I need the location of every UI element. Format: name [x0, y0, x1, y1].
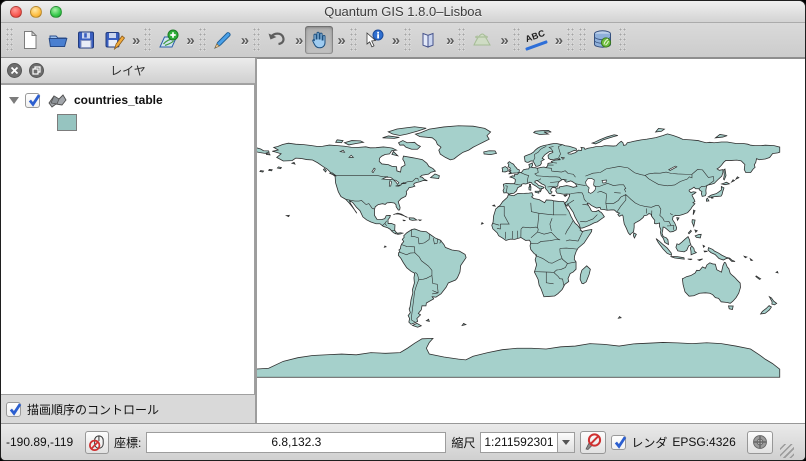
coordinate-input[interactable]: [146, 432, 446, 453]
bookmark-book-icon: [417, 29, 439, 51]
layer-name: countries_table: [74, 93, 163, 107]
polygon-layer-icon: [46, 92, 68, 108]
new-file-icon: [19, 29, 41, 51]
panel-close-button[interactable]: [7, 63, 22, 78]
toolbar-drag-handle[interactable]: [458, 28, 466, 52]
crs-status-button[interactable]: [747, 431, 773, 454]
add-vector-layer-button[interactable]: [154, 26, 182, 54]
toolbar-drag-handle[interactable]: [350, 28, 358, 52]
toggle-editing-button[interactable]: [209, 26, 237, 54]
extent-readout: -190.89,-119: [6, 435, 80, 449]
resize-grip[interactable]: [780, 444, 794, 458]
render-order-checkbox[interactable]: [6, 402, 21, 417]
identify-cursor-info-icon: [362, 28, 386, 52]
toolbar-drag-handle[interactable]: [579, 28, 587, 52]
main-area: レイヤ: [1, 58, 805, 423]
save-project-as-button[interactable]: [100, 26, 128, 54]
layer-visibility-checkbox[interactable]: [25, 93, 40, 108]
database-import-button[interactable]: [589, 26, 617, 54]
add-layer-icon: [156, 28, 180, 52]
toggle-extent-mouse-button[interactable]: [85, 431, 109, 454]
coordinate-label: 座標:: [114, 434, 141, 451]
render-order-row: 描画順序のコントロール: [1, 395, 255, 423]
toolbar-overflow-chevron[interactable]: »: [291, 32, 305, 49]
toolbar-drag-handle[interactable]: [144, 28, 152, 52]
close-window-button[interactable]: [10, 6, 22, 18]
open-project-button[interactable]: [44, 26, 72, 54]
save-as-floppy-pencil-icon: [103, 29, 125, 51]
render-checkbox[interactable]: [611, 435, 626, 450]
toolbar-overflow-chevron[interactable]: »: [442, 32, 456, 49]
toolbar-drag-handle[interactable]: [567, 28, 575, 52]
world-map: [257, 59, 805, 423]
map-canvas[interactable]: [257, 58, 805, 423]
measure-button[interactable]: [468, 26, 496, 54]
layers-panel-header: レイヤ: [1, 58, 255, 84]
toolbar-overflow-chevron[interactable]: »: [237, 32, 251, 49]
bookmark-button[interactable]: [414, 26, 442, 54]
zoom-window-button[interactable]: [50, 6, 62, 18]
collapse-triangle-icon[interactable]: [9, 97, 19, 104]
measure-faded-icon: [470, 28, 494, 52]
close-icon: [10, 66, 19, 75]
toolbar-drag-handle[interactable]: [619, 28, 627, 52]
identify-features-button[interactable]: [360, 26, 388, 54]
toolbar-drag-handle[interactable]: [6, 28, 14, 52]
render-order-label: 描画順序のコントロール: [27, 401, 159, 418]
crs-globe-icon: [751, 433, 769, 451]
qgis-window: Quantum GIS 1.8.0–Lisboa: [0, 0, 806, 461]
toolbar-overflow-chevron[interactable]: »: [388, 32, 402, 49]
scale-label: 縮尺: [451, 434, 475, 451]
undo-button[interactable]: [263, 26, 291, 54]
toolbar-drag-handle[interactable]: [404, 28, 412, 52]
toolbar-overflow-chevron[interactable]: »: [333, 32, 347, 49]
chevron-down-icon: [562, 440, 570, 445]
scale-input[interactable]: [480, 432, 558, 453]
scale-combobox[interactable]: [480, 432, 575, 453]
pencil-icon: [211, 28, 235, 52]
window-title: Quantum GIS 1.8.0–Lisboa: [1, 4, 805, 19]
abc-label-icon: ABC: [524, 28, 550, 52]
check-icon: [8, 402, 23, 417]
save-floppy-icon: [75, 29, 97, 51]
save-project-button[interactable]: [72, 26, 100, 54]
toolbar-overflow-chevron[interactable]: »: [496, 32, 510, 49]
traffic-lights: [10, 6, 62, 18]
toolbar-overflow-chevron[interactable]: »: [182, 32, 196, 49]
legend-symbol-swatch: [57, 114, 77, 131]
stop-rendering-button[interactable]: [580, 431, 606, 454]
mouse-icon: [88, 433, 107, 452]
status-bar: -190.89,-119 座標: 縮尺: [1, 423, 805, 460]
render-label: レンダ: [631, 434, 667, 451]
pan-map-button[interactable]: [305, 26, 333, 54]
float-windows-icon: [32, 66, 41, 75]
main-toolbar: » » » »: [1, 23, 805, 58]
panel-float-button[interactable]: [29, 63, 44, 78]
check-icon: [27, 93, 42, 108]
pan-hand-icon: [307, 28, 331, 52]
toolbar-overflow-chevron[interactable]: »: [128, 32, 142, 49]
titlebar: Quantum GIS 1.8.0–Lisboa: [1, 1, 805, 23]
stop-render-icon: [583, 432, 603, 452]
toolbar-drag-handle[interactable]: [199, 28, 207, 52]
layers-panel: レイヤ: [1, 58, 257, 423]
layers-tree: countries_table: [1, 84, 255, 395]
toolbar-overflow-chevron[interactable]: »: [551, 32, 565, 49]
toolbar-drag-handle[interactable]: [253, 28, 261, 52]
layer-item-countries-table[interactable]: countries_table: [5, 92, 250, 108]
database-icon: [591, 28, 615, 52]
minimize-window-button[interactable]: [30, 6, 42, 18]
check-icon: [613, 435, 628, 450]
scale-dropdown-button[interactable]: [558, 432, 575, 453]
undo-arrow-icon: [265, 28, 289, 52]
open-folder-icon: [47, 29, 69, 51]
labeling-button[interactable]: ABC: [523, 26, 551, 54]
new-project-button[interactable]: [16, 26, 44, 54]
toolbar-drag-handle[interactable]: [513, 28, 521, 52]
crs-status-text: EPSG:4326: [672, 435, 735, 449]
